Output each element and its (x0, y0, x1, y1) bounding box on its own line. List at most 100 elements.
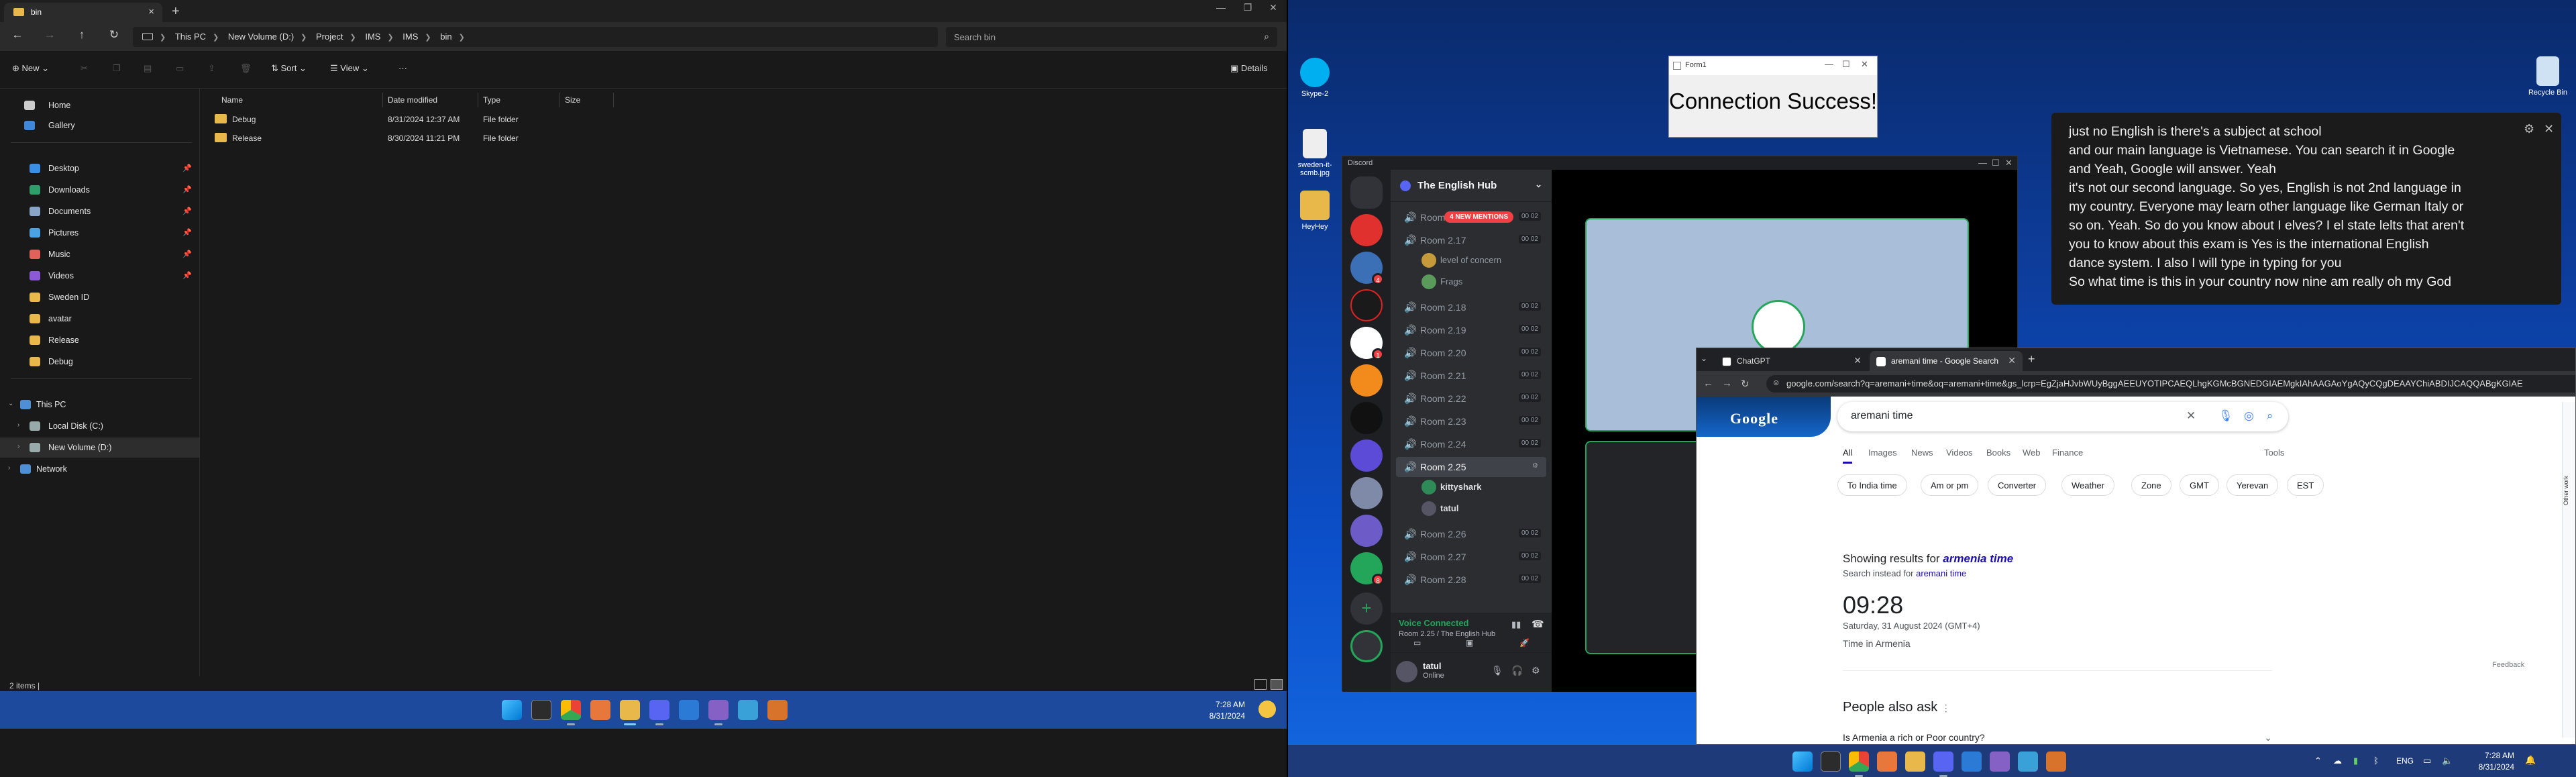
room-2-22[interactable]: 🔊 Room 2.22 00 02 (1396, 389, 1546, 409)
gear-icon[interactable]: ⚙ (1532, 665, 1540, 676)
desktop-icon-heyhey[interactable]: HeyHey (1289, 191, 1340, 231)
details-view-icon[interactable] (1254, 679, 1267, 690)
chip-zone[interactable]: Zone (2131, 474, 2171, 496)
copy-icon[interactable]: ❐ (113, 63, 121, 74)
refresh-icon[interactable]: ↻ (105, 28, 123, 42)
search-icon[interactable]: ⌕ (2267, 409, 2273, 423)
paste-icon[interactable]: ▤ (144, 63, 152, 74)
close-button[interactable]: ✕ (1260, 2, 1287, 13)
minimize-button[interactable]: — (1208, 2, 1234, 13)
minimize-button[interactable]: — (1825, 59, 1833, 69)
explorer-search-input[interactable]: Search bin ⌕ (946, 27, 1277, 47)
close-button[interactable]: ✕ (2005, 158, 2012, 168)
app-icon[interactable] (767, 700, 788, 720)
voice-user[interactable]: level of concern (1421, 252, 1501, 269)
visual-studio-icon[interactable] (1990, 752, 2010, 772)
site-info-icon[interactable]: ⊜ (1773, 378, 1779, 387)
server-icon[interactable] (1350, 214, 1383, 246)
breadcrumb-ims-inner[interactable]: IMS (402, 32, 418, 42)
tab-finance[interactable]: Finance (2052, 448, 2083, 458)
share-icon[interactable]: ⇪ (208, 63, 215, 74)
voice-location[interactable]: Room 2.25 / The English Hub (1399, 630, 1495, 638)
column-header-size[interactable]: Size (565, 95, 580, 105)
room-2-21[interactable]: 🔊 Room 2.21 00 02 (1396, 366, 1546, 386)
tab-search-icon[interactable]: ⌄ (1701, 354, 1707, 363)
minimize-button[interactable]: — (1978, 158, 1987, 168)
expand-icon[interactable]: › (8, 464, 10, 472)
nav-desktop[interactable]: Desktop 📌 (0, 158, 200, 178)
breadcrumb-volume[interactable]: New Volume (D:) (228, 32, 294, 42)
guild-header[interactable]: The English Hub ⌄ (1391, 170, 1552, 202)
room-2-24[interactable]: 🔊 Room 2.24 00 02 (1396, 434, 1546, 454)
more-icon[interactable]: ⋮ (1941, 703, 1951, 713)
nav-home[interactable]: Home (0, 95, 200, 115)
tab-images[interactable]: Images (1868, 448, 1897, 458)
app-icon[interactable] (2046, 752, 2066, 772)
breadcrumb-bin[interactable]: bin (440, 32, 451, 42)
tab-books[interactable]: Books (1986, 448, 2010, 458)
server-icon[interactable]: 4 (1350, 252, 1384, 285)
room-2-28[interactable]: 🔊 Room 2.28 00 02 (1396, 570, 1546, 590)
view-button[interactable]: ☰ View ⌄ (330, 63, 369, 74)
close-tab-icon[interactable]: ✕ (2008, 355, 2016, 366)
microphone-icon[interactable]: 🎙 (1491, 665, 1503, 676)
corrected-query-link[interactable]: armenia time (1943, 552, 2013, 565)
chip-converter[interactable]: Converter (1988, 474, 2047, 496)
discord-home-icon[interactable] (1350, 176, 1383, 209)
nav-local-disk-c[interactable]: › Local Disk (C:) (0, 416, 200, 436)
discord-icon[interactable] (649, 700, 669, 725)
forward-icon[interactable]: → (1722, 378, 1732, 389)
room-2-18[interactable]: 🔊 Room 2.18 00 02 (1396, 297, 1546, 317)
tab-google-search[interactable]: aremani time - Google Search ✕ (1870, 351, 2023, 371)
close-tab-icon[interactable]: ✕ (1854, 355, 1862, 366)
new-mentions-badge[interactable]: 4 NEW MENTIONS (1444, 211, 1514, 223)
server-icon[interactable] (1350, 515, 1383, 547)
nav-this-pc[interactable]: ⌄ This PC (0, 395, 200, 415)
chip-to-india-time[interactable]: To India time (1837, 474, 1907, 496)
start-icon[interactable] (502, 700, 522, 720)
voice-user-tatul[interactable]: tatul (1421, 500, 1458, 517)
nav-gallery[interactable]: Gallery (0, 115, 200, 136)
file-explorer-icon[interactable] (1905, 752, 1925, 772)
column-header-name[interactable]: Name (221, 95, 243, 105)
bluetooth-icon[interactable]: ᛒ (2373, 756, 2379, 766)
expand-icon[interactable]: › (17, 443, 19, 450)
back-icon[interactable]: ← (1703, 378, 1713, 389)
task-view-icon[interactable] (531, 700, 551, 720)
paa-question[interactable]: Is Armenia a rich or Poor country? ⌄ (1843, 732, 2272, 743)
language-indicator[interactable]: ENG (2396, 756, 2414, 766)
file-row-debug[interactable]: Debug 8/31/2024 12:37 AM File folder (211, 110, 814, 129)
room-2-20[interactable]: 🔊 Room 2.20 00 02 (1396, 343, 1546, 363)
discord-icon[interactable] (1933, 752, 1953, 777)
app-icon[interactable] (1877, 752, 1897, 772)
chip-weather[interactable]: Weather (2061, 474, 2114, 496)
server-icon[interactable] (1350, 364, 1383, 397)
voice-user-kittyshark[interactable]: kittyshark (1421, 478, 1481, 496)
nav-sweden-id[interactable]: Sweden ID (0, 287, 200, 307)
room-2-25[interactable]: 🔊 Room 2.25 ⚙ (1396, 457, 1546, 477)
chip-gmt[interactable]: GMT (2180, 474, 2219, 496)
delete-icon[interactable]: 🗑 (240, 63, 252, 74)
tiles-view-icon[interactable] (1271, 679, 1283, 690)
server-icon[interactable] (1350, 402, 1383, 434)
file-explorer-icon[interactable] (620, 700, 640, 725)
explorer-tab[interactable]: bin × (4, 3, 162, 23)
network-icon[interactable]: ▭ (2423, 756, 2431, 766)
room-2-17[interactable]: 🔊 Room 2.17 00 02 (1396, 230, 1546, 250)
nav-pictures[interactable]: Pictures 📌 (0, 223, 200, 243)
gear-icon[interactable]: ⚙ (2524, 119, 2534, 138)
activity-icon[interactable]: 🚀 (1519, 638, 1529, 648)
nav-network[interactable]: › Network (0, 459, 200, 479)
close-button[interactable]: ✕ (1861, 59, 1868, 70)
tab-videos[interactable]: Videos (1946, 448, 1973, 458)
maximize-button[interactable]: ☐ (1992, 158, 2000, 168)
tab-all[interactable]: All (1843, 448, 1853, 464)
signal-icon[interactable]: ▮▮ (1511, 619, 1521, 630)
start-icon[interactable] (1792, 752, 1813, 772)
rename-icon[interactable]: ▭ (176, 63, 184, 74)
add-server-icon[interactable]: + (1350, 592, 1383, 625)
chrome-icon[interactable] (1849, 752, 1869, 777)
maximize-button[interactable]: ❐ (1234, 2, 1261, 13)
nav-new-volume-d[interactable]: › New Volume (D:) (0, 437, 200, 458)
taskbar-clock[interactable]: 7:28 AM 8/31/2024 (2463, 750, 2514, 773)
